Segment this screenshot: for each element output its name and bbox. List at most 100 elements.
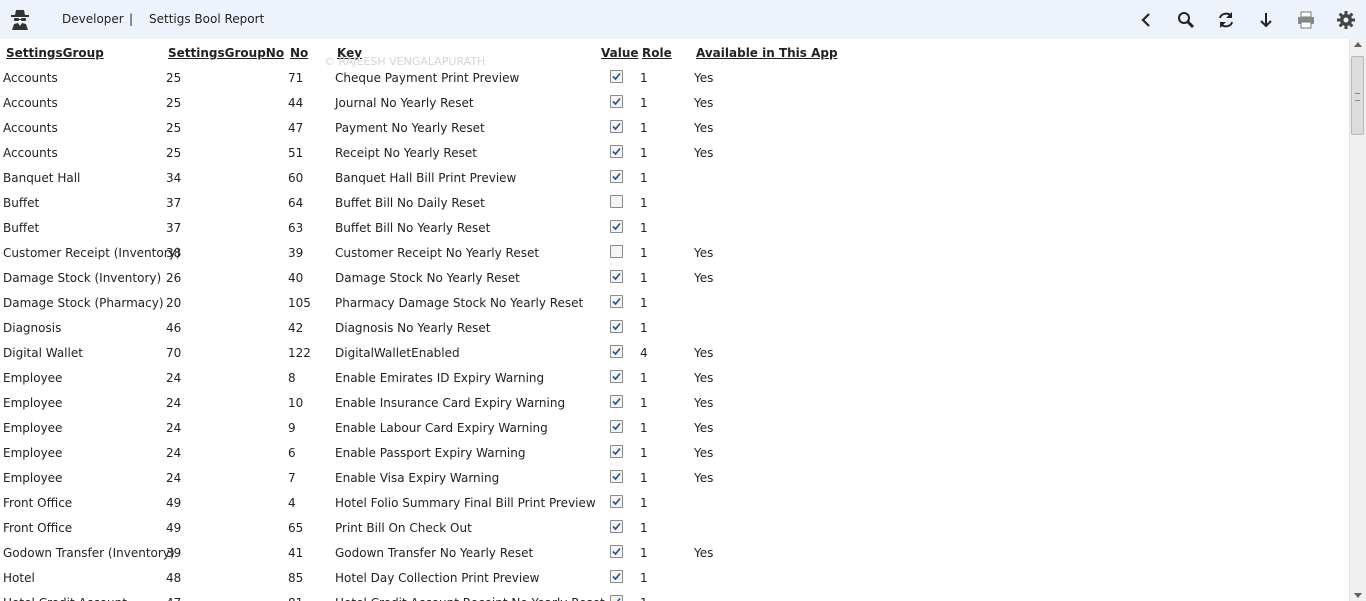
value-checkbox[interactable] [610,70,623,83]
column-header-available[interactable]: Available in This App [696,46,838,60]
cell-no: 40 [288,271,304,285]
cell-settings-group: Digital Wallet [3,346,83,360]
cell-settings-group: Accounts [3,71,58,85]
value-checkbox[interactable] [610,495,623,508]
cell-role: 1 [640,421,648,435]
cell-settings-group-no: 47 [166,596,181,601]
cell-role: 1 [640,321,648,335]
column-header-value[interactable]: Value [601,46,639,60]
column-header-settings-group[interactable]: SettingsGroup [6,46,104,60]
cell-settings-group: Hotel Credit Account [3,596,127,601]
table-row[interactable]: Employee 24 10 Enable Insurance Card Expiry… [0,390,1349,415]
cell-settings-group-no: 37 [166,221,182,235]
spy-icon[interactable] [10,9,30,31]
cell-role: 4 [640,346,648,360]
scroll-up-arrow-icon[interactable] [1354,42,1362,47]
table-row[interactable]: Hotel 48 85 Hotel Day Collection Print Prev… [0,565,1349,590]
value-checkbox[interactable] [610,370,623,383]
download-icon[interactable] [1256,10,1276,30]
cell-settings-group: Employee [3,471,63,485]
cell-settings-group-no: 34 [166,171,182,185]
cell-available: Yes [694,396,714,410]
value-checkbox[interactable] [610,445,623,458]
value-checkbox[interactable] [610,420,623,433]
table-row[interactable]: Buffet 37 64 Buffet Bill No Daily Reset 1 [0,190,1349,215]
cell-role: 1 [640,121,648,135]
value-checkbox[interactable] [610,245,623,258]
cell-settings-group-no: 49 [166,521,182,535]
value-checkbox[interactable] [610,195,623,208]
cell-key: Cheque Payment Print Preview [335,71,520,85]
value-checkbox[interactable] [610,570,623,583]
cell-role: 1 [640,496,648,510]
cell-role: 1 [640,96,648,110]
table-row[interactable]: Customer Receipt (Inventory) 38 39 Customer… [0,240,1349,265]
cell-no: 122 [288,346,311,360]
cell-key: Buffet Bill No Yearly Reset [335,221,491,235]
cell-settings-group-no: 24 [166,371,182,385]
value-checkbox[interactable] [610,145,623,158]
print-icon[interactable] [1296,10,1316,30]
table-row[interactable]: Accounts 25 47 Payment No Yearly Reset 1 Yes [0,115,1349,140]
back-icon[interactable] [1136,10,1156,30]
cell-key: Hotel Day Collection Print Preview [335,571,540,585]
table-row[interactable]: Employee 24 8 Enable Emirates ID Expiry War… [0,365,1349,390]
value-checkbox[interactable] [610,270,623,283]
cell-no: 63 [288,221,304,235]
cell-role: 1 [640,571,648,585]
table-row[interactable]: Accounts 25 44 Journal No Yearly Reset 1 Yes [0,90,1349,115]
table-row[interactable]: Buffet 37 63 Buffet Bill No Yearly Reset 1 [0,215,1349,240]
column-header-no[interactable]: No [290,46,308,60]
value-checkbox[interactable] [610,170,623,183]
column-header-settings-group-no[interactable]: SettingsGroupNo [168,46,284,60]
value-checkbox[interactable] [610,295,623,308]
table-row[interactable]: Front Office 49 4 Hotel Folio Summary Final… [0,490,1349,515]
table-row[interactable]: Accounts 25 51 Receipt No Yearly Reset 1 Yes [0,140,1349,165]
cell-key: Enable Passport Expiry Warning [335,446,526,460]
cell-settings-group-no: 24 [166,446,182,460]
value-checkbox[interactable] [610,320,623,333]
table-row[interactable]: Accounts 25 71 Cheque Payment Print Preview… [0,65,1349,90]
cell-role: 1 [640,271,648,285]
value-checkbox[interactable] [610,595,623,601]
column-header-role[interactable]: Role [642,46,672,60]
refresh-icon[interactable] [1216,10,1236,30]
breadcrumb-home[interactable]: Developer [62,12,124,26]
scroll-down-arrow-icon[interactable] [1354,593,1362,598]
cell-settings-group: Hotel [3,571,35,585]
table-row[interactable]: Damage Stock (Pharmacy) 20 105 Pharmacy Dam… [0,290,1349,315]
table-row[interactable]: Damage Stock (Inventory) 26 40 Damage Stock… [0,265,1349,290]
value-checkbox[interactable] [610,470,623,483]
table-row[interactable]: Godown Transfer (Inventory) 39 41 Godown Tr… [0,540,1349,565]
table-row[interactable]: Hotel Credit Account 47 81 Hotel Credit Acc… [0,590,1349,601]
table-row[interactable]: Employee 24 6 Enable Passport Expiry Warnin… [0,440,1349,465]
cell-settings-group-no: 24 [166,396,182,410]
value-checkbox[interactable] [610,120,623,133]
scrollbar-thumb[interactable] [1351,56,1364,135]
table-row[interactable]: Diagnosis 46 42 Diagnosis No Yearly Reset 1 [0,315,1349,340]
gear-icon[interactable] [1336,10,1356,30]
cell-available: Yes [694,546,714,560]
table-row[interactable]: Digital Wallet 70 122 DigitalWalletEnabled 4… [0,340,1349,365]
vertical-scrollbar[interactable] [1349,39,1366,601]
value-checkbox[interactable] [610,395,623,408]
value-checkbox[interactable] [610,345,623,358]
table-row[interactable]: Banquet Hall 34 60 Banquet Hall Bill Print … [0,165,1349,190]
cell-settings-group-no: 39 [166,546,182,560]
cell-key: Diagnosis No Yearly Reset [335,321,491,335]
value-checkbox[interactable] [610,520,623,533]
search-icon[interactable] [1176,10,1196,30]
value-checkbox[interactable] [610,95,623,108]
cell-no: 39 [288,246,304,260]
cell-role: 1 [640,246,648,260]
table-row[interactable]: Employee 24 7 Enable Visa Expiry Warning 1 Ye… [0,465,1349,490]
table-row[interactable]: Front Office 49 65 Print Bill On Check Out 1 [0,515,1349,540]
cell-role: 1 [640,171,648,185]
cell-available: Yes [694,146,714,160]
value-checkbox[interactable] [610,220,623,233]
cell-key: Pharmacy Damage Stock No Yearly Reset [335,296,584,310]
cell-key: Enable Emirates ID Expiry Warning [335,371,545,385]
cell-settings-group: Damage Stock (Pharmacy) [3,296,164,310]
value-checkbox[interactable] [610,545,623,558]
table-row[interactable]: Employee 24 9 Enable Labour Card Expiry War… [0,415,1349,440]
